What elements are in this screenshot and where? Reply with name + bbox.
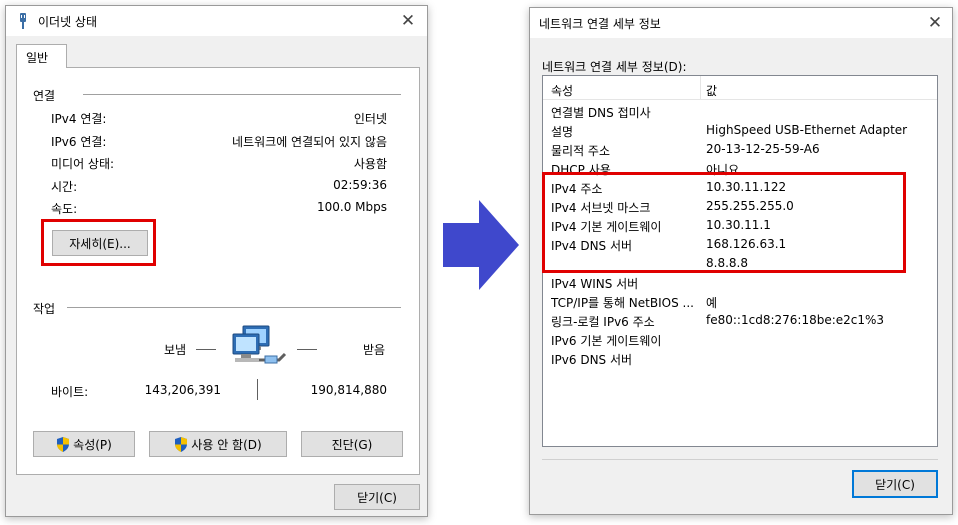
row-property: 물리적 주소 — [551, 144, 611, 158]
connection-group-label: 연결 — [33, 89, 56, 103]
row-property: 설명 — [551, 125, 574, 139]
column-separator[interactable] — [700, 76, 701, 100]
tab-panel: 연결 IPv4 연결: 인터넷 IPv6 연결: 네트워크에 연결되어 있지 않… — [16, 67, 420, 475]
properties-button[interactable]: 속성(P) — [33, 431, 135, 457]
list-row[interactable]: 링크-로컬 IPv6 주소 fe80::1cd8:276:18be:e2c1%3 — [551, 311, 937, 330]
disable-button-label: 사용 안 함(D) — [191, 437, 262, 452]
details-highlight-box — [41, 219, 156, 266]
ipv6-connection-value: 네트워크에 연결되어 있지 않음 — [232, 135, 387, 149]
ipv6-connection-label: IPv6 연결: — [51, 135, 107, 149]
list-row[interactable]: 연결별 DNS 접미사 — [551, 102, 937, 121]
title-bar[interactable]: 네트워크 연결 세부 정보 ✕ — [530, 8, 952, 38]
close-icon[interactable]: ✕ — [397, 10, 419, 32]
close-icon[interactable]: ✕ — [924, 12, 946, 34]
row-property: TCP/IP를 통해 NetBIOS ... — [551, 296, 694, 310]
close-button[interactable]: 닫기(C) — [334, 484, 420, 510]
list-header: 속성 값 — [543, 76, 937, 100]
speed-label: 속도: — [51, 202, 78, 216]
diagnose-button-label: 진단(G) — [331, 437, 373, 452]
duration-label: 시간: — [51, 180, 78, 194]
close-button-label: 닫기(C) — [357, 490, 397, 505]
diagnose-button[interactable]: 진단(G) — [301, 431, 403, 457]
bytes-separator — [257, 379, 258, 400]
ipv4-highlight-box — [542, 172, 906, 273]
ipv4-connection-value: 인터넷 — [353, 112, 387, 126]
row-property: IPv6 기본 게이트웨이 — [551, 334, 662, 348]
bytes-label: 바이트: — [51, 385, 89, 399]
tab-general-label: 일반 — [26, 51, 49, 65]
list-row[interactable]: 물리적 주소 20-13-12-25-59-A6 — [551, 140, 937, 159]
details-section-label: 네트워크 연결 세부 정보(D): — [542, 60, 687, 74]
row-property: IPv4 WINS 서버 — [551, 277, 639, 291]
media-state-label: 미디어 상태: — [51, 157, 115, 171]
activity-group-divider — [67, 307, 401, 308]
properties-button-label: 속성(P) — [73, 437, 112, 452]
ipv4-connection-label: IPv4 연결: — [51, 112, 107, 126]
right-arrow-icon — [443, 200, 521, 293]
tab-general[interactable]: 일반 — [16, 44, 67, 68]
row-property: 연결별 DNS 접미사 — [551, 106, 651, 120]
list-row[interactable]: IPv4 WINS 서버 — [551, 273, 937, 292]
sent-label: 보냄 — [164, 343, 187, 357]
window-title: 이더넷 상태 — [38, 15, 98, 29]
ethernet-plug-icon — [17, 13, 29, 33]
connection-group-divider — [83, 94, 401, 95]
window-title: 네트워크 연결 세부 정보 — [539, 17, 661, 31]
row-value: HighSpeed USB-Ethernet Adapter — [706, 123, 908, 137]
row-value: fe80::1cd8:276:18be:e2c1%3 — [706, 313, 885, 327]
close-button[interactable]: 닫기(C) — [852, 470, 938, 498]
list-row[interactable]: 설명 HighSpeed USB-Ethernet Adapter — [551, 121, 937, 140]
row-property: 링크-로컬 IPv6 주소 — [551, 315, 655, 329]
speed-value: 100.0 Mbps — [316, 200, 387, 214]
received-label: 받음 — [363, 343, 386, 357]
activity-group-label: 작업 — [33, 302, 56, 316]
list-row[interactable]: IPv6 기본 게이트웨이 — [551, 330, 937, 349]
row-property: IPv6 DNS 서버 — [551, 353, 633, 367]
network-connection-details-window: 네트워크 연결 세부 정보 ✕ 네트워크 연결 세부 정보(D): 속성 값 연… — [529, 7, 953, 515]
ethernet-status-window: 이더넷 상태 ✕ 일반 연결 IPv4 연결: 인터넷 IPv6 연결: 네트워… — [5, 5, 428, 517]
title-bar[interactable]: 이더넷 상태 ✕ — [6, 6, 427, 36]
uac-shield-icon — [57, 436, 70, 452]
sent-line — [196, 349, 216, 350]
media-state-value: 사용함 — [353, 157, 387, 171]
column-header-value[interactable]: 값 — [706, 82, 717, 99]
row-value: 20-13-12-25-59-A6 — [706, 142, 820, 156]
column-header-property[interactable]: 속성 — [551, 82, 573, 99]
close-button-label: 닫기(C) — [875, 477, 915, 492]
bytes-sent-value: 143,206,391 — [144, 383, 221, 397]
row-value: 예 — [706, 296, 718, 310]
uac-shield-icon — [175, 436, 188, 452]
list-row[interactable]: IPv6 DNS 서버 — [551, 349, 937, 368]
disable-button[interactable]: 사용 안 함(D) — [149, 431, 287, 457]
received-line — [297, 349, 317, 350]
footer-divider — [542, 459, 938, 460]
list-row[interactable]: TCP/IP를 통해 NetBIOS ... 예 — [551, 292, 937, 311]
network-computers-icon — [229, 324, 287, 373]
bytes-received-value: 190,814,880 — [310, 383, 387, 397]
duration-value: 02:59:36 — [333, 178, 387, 192]
